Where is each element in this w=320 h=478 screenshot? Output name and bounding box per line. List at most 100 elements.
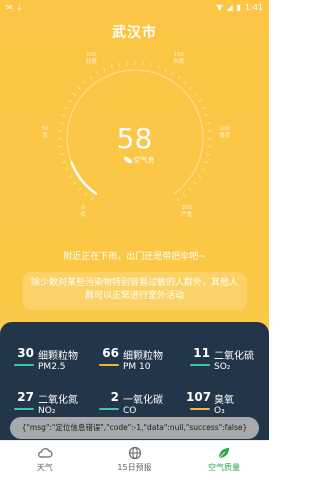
pollutant-code: O₃ (214, 406, 225, 416)
tab-label: 空气质量 (208, 463, 241, 472)
gauge-tick-mark (73, 181, 77, 185)
battery-icon: ▮ (236, 3, 242, 12)
pollutant-name: 臭氧 (214, 395, 234, 406)
pollutant-bar (190, 364, 210, 366)
gauge-tick-mark (203, 161, 209, 164)
cloud-icon (37, 448, 53, 458)
pollutant-name: 细颗粒物 (38, 351, 78, 362)
app-icon: ✉ (6, 3, 13, 12)
gauge-tick-label: 中度 (173, 59, 185, 66)
pollutant-name: 二氧化硫 (214, 351, 254, 362)
pollutant-name: 细颗粒物 (123, 351, 163, 362)
gauge-tick-label: 严重 (181, 211, 193, 218)
aqi-level-badge: 空气良 (117, 154, 161, 166)
gauge-tick-mark (68, 175, 73, 178)
tab-15day-forecast[interactable]: 15日预报 (90, 441, 180, 478)
gauge-tick-mark (201, 106, 206, 110)
gauge-tick-mark (183, 80, 188, 85)
gauge-tick-mark (176, 197, 180, 202)
gauge-tick-100: 100 轻度 (76, 52, 106, 66)
gauge-tick-mark (110, 64, 113, 69)
gauge-tick-mark (90, 197, 94, 202)
gauge-tick-mark (103, 67, 106, 72)
gauge-tick-mark (197, 175, 202, 178)
gauge-tick-mark (193, 181, 197, 185)
city-title: 武汉市 (112, 25, 157, 41)
gauge-tick-mark (64, 168, 69, 171)
gauge-tick-mark (78, 187, 82, 191)
pollutant-code: PM2.5 (38, 362, 66, 372)
gauge-tick-mark (61, 114, 66, 117)
gauge-tick-mark (77, 86, 81, 90)
gauge-tick-value: 0 (81, 204, 86, 211)
tab-weather[interactable]: 天气 (0, 441, 90, 478)
pollutant-bar (99, 408, 119, 410)
tab-air-quality[interactable]: 空气质量 (179, 441, 269, 478)
gauge-tick-mark (84, 192, 88, 197)
pollutant-value: 2 (110, 390, 119, 404)
gauge-tick-label: 轻度 (85, 59, 97, 66)
pollutant-bar (99, 364, 119, 366)
pollutant-bar (190, 408, 210, 410)
gauge-tick-mark (82, 80, 87, 85)
gauge-tick-mark (118, 62, 121, 67)
gauge-tick-300: 300 严重 (172, 205, 202, 219)
aqi-value: 58 (116, 122, 153, 155)
pollutant-bar (14, 364, 34, 366)
pollutant-code: PM 10 (123, 362, 151, 372)
gauge-tick-0: 0 优 (68, 205, 98, 219)
gauge-tick-mark (95, 71, 99, 76)
gauge-tick-mark (177, 75, 181, 80)
leaf-icon (123, 157, 132, 163)
pollutant-item-pm25[interactable]: 30 细颗粒物 PM2.5 (10, 346, 96, 380)
error-toast: {"msg":"定位信息错误","code":-1,"data":null,"s… (10, 417, 259, 439)
gauge-tick-mark (189, 86, 193, 90)
gauge-tick-mark (182, 192, 186, 197)
pollutant-value: 66 (102, 346, 119, 360)
gauge-tick-mark (149, 62, 152, 67)
wifi-icon: ▼ (216, 3, 223, 12)
gauge-tick-mark (188, 187, 192, 191)
gauge-tick-mark (201, 168, 206, 171)
gauge-progress (70, 161, 98, 195)
pollutant-name: 二氧化氮 (38, 395, 78, 406)
pollutant-code: NO₂ (38, 406, 56, 416)
gauge-tick-mark (157, 64, 160, 69)
tab-label: 15日预报 (117, 463, 152, 472)
gauge-tick-150: 150 中度 (164, 52, 194, 66)
gauge-tick-mark (61, 161, 67, 164)
gauge-tick-mark (67, 99, 72, 103)
gauge-tick-label: 优 (80, 211, 87, 218)
weather-tip: 附近正在下雨，出门还是带把伞吧~ (63, 252, 206, 262)
globe-icon (128, 446, 141, 460)
pollutant-code: CO (123, 406, 137, 416)
bottom-tab-bar: 天气 15日预报 空气质量 (0, 440, 269, 478)
gauge-tick-mark (64, 106, 69, 110)
pollutant-name: 一氧化碳 (123, 395, 163, 406)
gauge-tick-mark (72, 92, 76, 96)
gauge-tick-mark (198, 99, 203, 103)
tab-label: 天气 (36, 463, 53, 472)
pollutant-value: 27 (17, 390, 34, 404)
pollutant-item-pm10[interactable]: 66 细颗粒物 PM 10 (95, 346, 181, 380)
health-advice: 除少数对某些污染物特别容易过敏的人群外，其他人群可以正常进行室外活动 (22, 272, 247, 310)
gauge-tick-mark (89, 75, 93, 80)
gauge-tick-mark (204, 114, 209, 117)
download-icon: ⤓ (17, 3, 22, 12)
leaf-icon (218, 448, 230, 459)
pollutant-code: SO₂ (214, 362, 231, 372)
gauge-tick-mark (194, 92, 198, 96)
gauge-tick-value: 300 (181, 204, 192, 211)
pollutant-value: 11 (193, 346, 210, 360)
pollutant-bar (14, 408, 34, 410)
status-bar: ✉ ⤓ ▼ ◢ ▮ 1:41 (0, 0, 269, 16)
air-quality-screen: ✉ ⤓ ▼ ◢ ▮ 1:41 武汉市 0 优 50 良 100 轻度 150 中… (0, 0, 269, 478)
status-time: 1:41 (245, 3, 263, 12)
pollutant-value: 30 (17, 346, 34, 360)
gauge-tick-mark (164, 67, 167, 72)
gauge-tick-mark (171, 71, 175, 76)
pollutant-item-so2[interactable]: 11 二氧化硫 SO₂ (186, 346, 269, 380)
signal-icon: ◢ (226, 3, 233, 12)
aqi-level-label: 空气良 (133, 156, 155, 164)
pollutant-value: 107 (186, 390, 212, 404)
